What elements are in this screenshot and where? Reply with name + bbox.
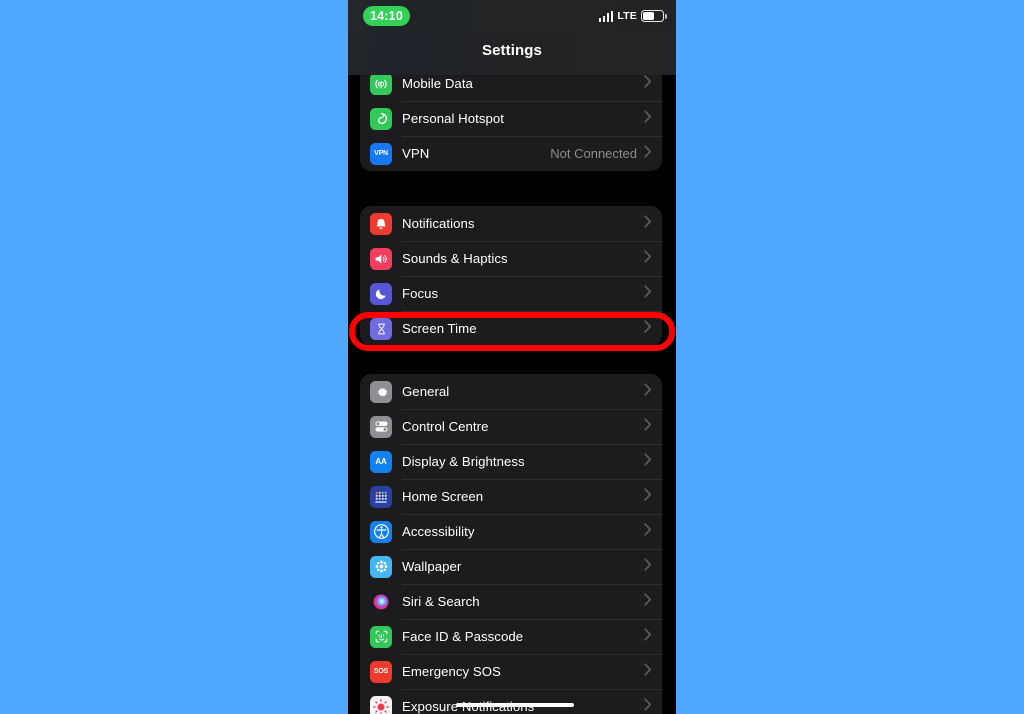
settings-row-value: Not Connected [550,146,637,161]
settings-row-label: Control Centre [402,419,489,434]
mobile-data-icon [370,72,392,95]
chevron-right-icon [644,214,652,233]
chevron-right-icon [644,109,652,128]
emergency-sos-icon: SOS [370,660,392,683]
settings-row-screen-time[interactable]: Screen Time [360,311,662,346]
settings-row-exposure-notifications[interactable]: Exposure Notifications [360,689,662,714]
vpn-icon: VPN [370,142,392,165]
page-title: Settings [482,42,542,59]
settings-row-general[interactable]: General [360,374,662,409]
chevron-right-icon [644,557,652,576]
settings-row-label: Mobile Data [402,76,473,91]
settings-row-label: Home Screen [402,489,484,504]
settings-group-connectivity: Mobile Data Personal Hotspot VPN VPN Not… [360,66,662,171]
display-brightness-icon: AA [370,450,392,473]
settings-row-focus[interactable]: Focus [360,276,662,311]
chevron-right-icon [644,144,652,163]
screenshot-canvas: 14:10 LTE Settings Mobile Data Personal … [0,0,1024,714]
settings-group-alerts: Notifications Sounds & Haptics Focus Scr… [360,206,662,346]
status-bar: 14:10 LTE [348,0,676,32]
chevron-right-icon [644,697,652,714]
chevron-right-icon [644,662,652,681]
chevron-right-icon [644,249,652,268]
focus-icon [370,282,392,305]
settings-group-system: General Control Centre AA Display & Brig… [360,374,662,714]
vpn-icon-label: VPN [374,150,388,157]
settings-row-label: Notifications [402,216,475,231]
settings-row-label: Emergency SOS [402,664,501,679]
phone-screen: 14:10 LTE Settings Mobile Data Personal … [348,0,676,714]
settings-row-home-screen[interactable]: Home Screen [360,479,662,514]
settings-row-label: Focus [402,286,439,301]
settings-row-label: VPN [402,146,430,161]
navigation-bar: Settings [348,32,676,75]
personal-hotspot-icon [370,107,392,130]
notifications-icon [370,212,392,235]
settings-row-emergency-sos[interactable]: SOS Emergency SOS [360,654,662,689]
general-gear-icon [370,380,392,403]
settings-row-sounds-haptics[interactable]: Sounds & Haptics [360,241,662,276]
battery-icon [641,10,667,22]
settings-row-control-centre[interactable]: Control Centre [360,409,662,444]
cellular-signal-icon [598,10,614,22]
settings-row-label: Sounds & Haptics [402,251,508,266]
chevron-right-icon [644,417,652,436]
wallpaper-icon [370,555,392,578]
chevron-right-icon [644,452,652,471]
settings-row-label: Accessibility [402,524,475,539]
accessibility-icon [370,520,392,543]
face-id-icon [370,625,392,648]
settings-row-face-id-passcode[interactable]: Face ID & Passcode [360,619,662,654]
settings-list[interactable]: Mobile Data Personal Hotspot VPN VPN Not… [348,66,676,714]
home-indicator [456,703,574,707]
settings-row-accessibility[interactable]: Accessibility [360,514,662,549]
settings-row-vpn[interactable]: VPN VPN Not Connected [360,136,662,171]
settings-row-siri-search[interactable]: Siri & Search [360,584,662,619]
settings-row-wallpaper[interactable]: Wallpaper [360,549,662,584]
settings-row-label: Personal Hotspot [402,111,504,126]
chevron-right-icon [644,522,652,541]
screen-time-icon [370,317,392,340]
exposure-notifications-icon [370,695,392,714]
settings-row-personal-hotspot[interactable]: Personal Hotspot [360,101,662,136]
control-centre-icon [370,415,392,438]
emergency-sos-icon-label: SOS [373,668,389,675]
chevron-right-icon [644,319,652,338]
status-bar-time: 14:10 [363,6,410,26]
chevron-right-icon [644,74,652,93]
sounds-haptics-icon [370,247,392,270]
settings-row-label: Display & Brightness [402,454,525,469]
network-type-label: LTE [617,10,637,22]
chevron-right-icon [644,284,652,303]
settings-row-label: Face ID & Passcode [402,629,524,644]
settings-row-label: Screen Time [402,321,477,336]
settings-row-label: General [402,384,450,399]
siri-search-icon [370,590,392,613]
chevron-right-icon [644,382,652,401]
home-screen-icon [370,485,392,508]
chevron-right-icon [644,627,652,646]
settings-row-display-brightness[interactable]: AA Display & Brightness [360,444,662,479]
settings-row-label: Wallpaper [402,559,462,574]
chevron-right-icon [644,487,652,506]
status-bar-indicators: LTE [598,8,667,24]
settings-row-notifications[interactable]: Notifications [360,206,662,241]
chevron-right-icon [644,592,652,611]
display-brightness-icon-label: AA [375,456,387,466]
settings-row-label: Siri & Search [402,594,480,609]
